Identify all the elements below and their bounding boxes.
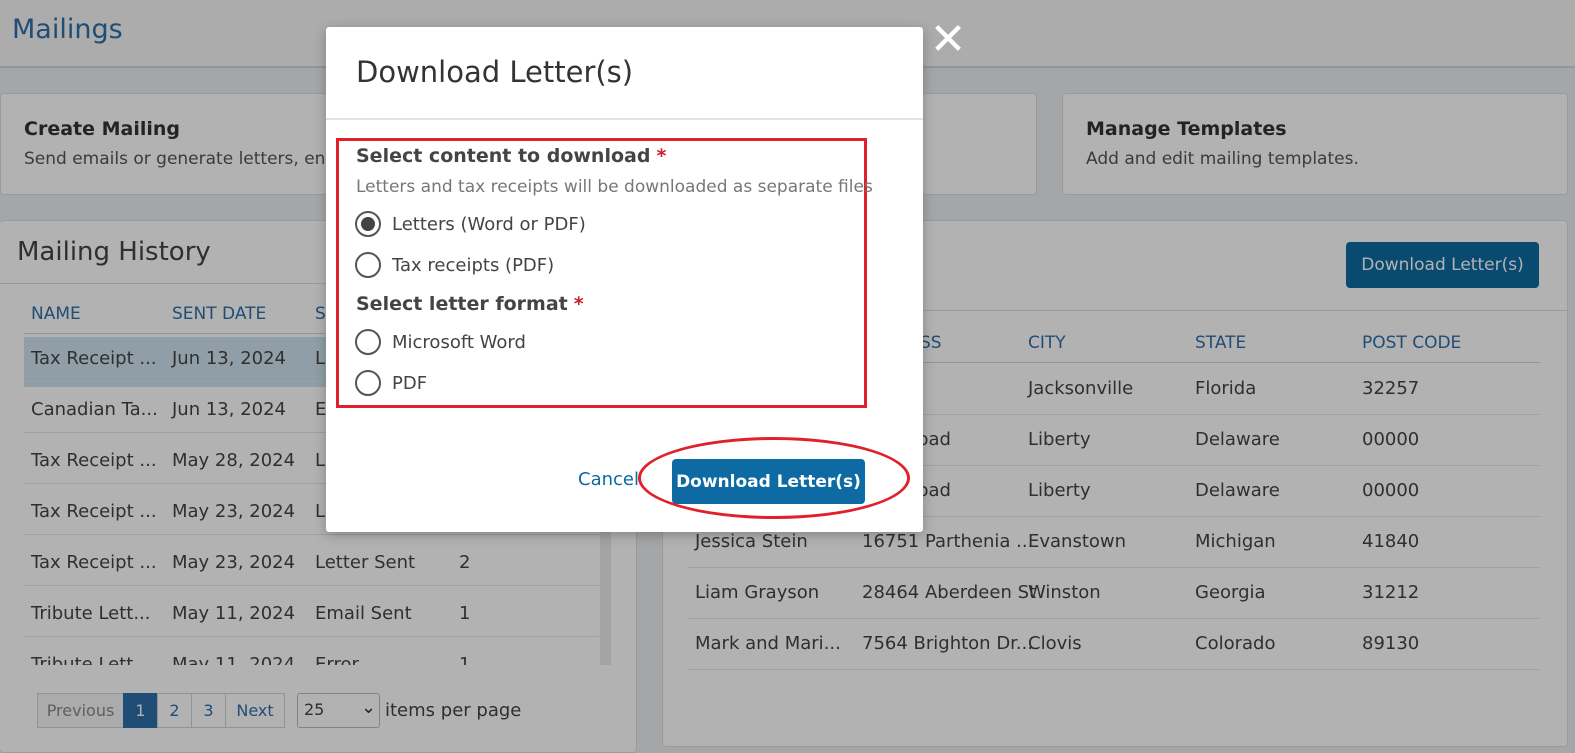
download-letters-dialog: Download Letter(s) Select content to dow… — [326, 27, 923, 532]
dialog-header-divider — [326, 118, 923, 120]
dialog-title: Download Letter(s) — [356, 55, 634, 89]
format-field-label: Select letter format * — [356, 293, 584, 315]
radio-letters[interactable] — [355, 211, 381, 237]
radio-letters-label[interactable]: Letters (Word or PDF) — [392, 214, 586, 235]
radio-pdf-label[interactable]: PDF — [392, 373, 427, 394]
radio-tax-receipts[interactable] — [355, 252, 381, 278]
cancel-button[interactable]: Cancel — [578, 469, 639, 490]
download-letters-button[interactable]: Download Letter(s) — [672, 459, 865, 504]
radio-tax-receipts-label[interactable]: Tax receipts (PDF) — [392, 255, 554, 276]
radio-pdf[interactable] — [355, 370, 381, 396]
content-hint: Letters and tax receipts will be downloa… — [356, 177, 873, 197]
required-asterisk: * — [656, 145, 667, 167]
radio-microsoft-word[interactable] — [355, 329, 381, 355]
content-field-label: Select content to download * — [356, 145, 667, 167]
required-asterisk: * — [573, 293, 584, 315]
close-icon[interactable]: ✕ — [928, 18, 968, 62]
radio-microsoft-word-label[interactable]: Microsoft Word — [392, 332, 526, 353]
